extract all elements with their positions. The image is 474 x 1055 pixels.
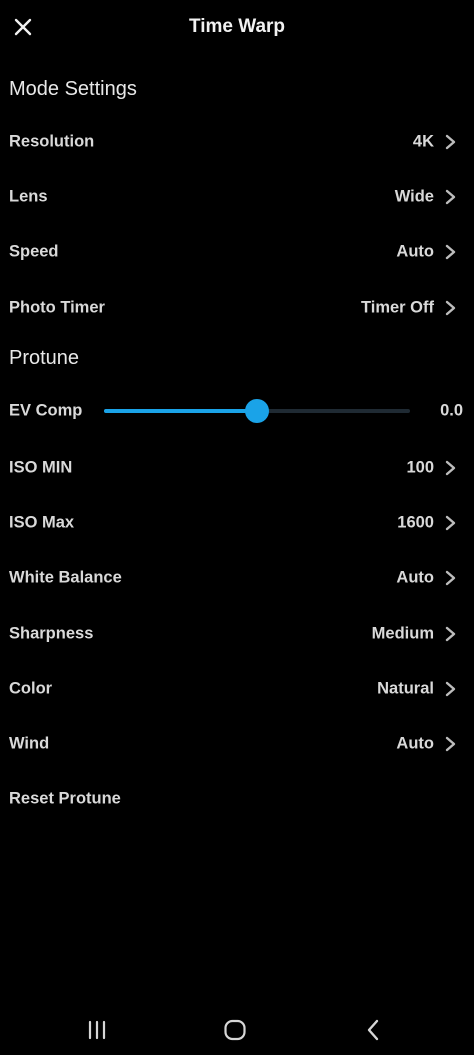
- setting-label: Speed: [9, 242, 59, 261]
- setting-value: 0.0: [440, 401, 463, 420]
- setting-row-lens[interactable]: Lens Wide: [0, 175, 474, 219]
- section-title-protune: Protune: [9, 347, 80, 369]
- home-icon: [224, 1019, 246, 1041]
- chevron-right-icon: [445, 300, 456, 316]
- setting-value: Timer Off: [360, 298, 434, 317]
- chevron-right-icon: [445, 626, 456, 642]
- setting-row-color[interactable]: Color Natural: [0, 667, 474, 711]
- chevron-right-icon: [445, 460, 456, 476]
- setting-label: Sharpness: [9, 624, 94, 643]
- home-button[interactable]: [210, 1013, 260, 1047]
- setting-label: EV Comp: [9, 401, 83, 420]
- setting-value: 1600: [397, 513, 434, 532]
- setting-label: ISO MIN: [9, 458, 73, 477]
- reset-protune-button[interactable]: Reset Protune: [0, 777, 474, 821]
- setting-row-resolution[interactable]: Resolution 4K: [0, 120, 474, 164]
- slider-thumb[interactable]: [245, 399, 269, 423]
- chevron-right-icon: [445, 570, 456, 586]
- header: Time Warp: [0, 0, 474, 56]
- chevron-right-icon: [445, 515, 456, 531]
- recent-apps-button[interactable]: [72, 1013, 122, 1047]
- setting-row-wind[interactable]: Wind Auto: [0, 722, 474, 766]
- page-title: Time Warp: [188, 16, 286, 37]
- setting-row-speed[interactable]: Speed Auto: [0, 230, 474, 274]
- setting-label: Color: [9, 679, 53, 698]
- setting-row-iso-max[interactable]: ISO Max 1600: [0, 501, 474, 545]
- ev-comp-slider[interactable]: [104, 399, 410, 423]
- chevron-right-icon: [445, 244, 456, 260]
- setting-value: Natural: [377, 679, 434, 698]
- slider-fill: [104, 409, 257, 413]
- section-title-mode-settings: Mode Settings: [9, 78, 137, 100]
- setting-value: Medium: [371, 624, 434, 643]
- setting-row-ev-comp: EV Comp 0.0: [0, 389, 474, 433]
- setting-label: White Balance: [9, 568, 122, 587]
- setting-value: Wide: [394, 187, 434, 206]
- setting-value: Auto: [396, 568, 434, 587]
- setting-label: Lens: [9, 187, 48, 206]
- setting-label: Resolution: [9, 132, 95, 151]
- setting-value: 100: [406, 458, 434, 477]
- recent-apps-icon: [88, 1020, 106, 1040]
- chevron-right-icon: [445, 736, 456, 752]
- setting-label: Wind: [9, 734, 50, 753]
- chevron-right-icon: [445, 134, 456, 150]
- back-button[interactable]: [348, 1013, 398, 1047]
- setting-row-sharpness[interactable]: Sharpness Medium: [0, 612, 474, 656]
- setting-row-iso-min[interactable]: ISO MIN 100: [0, 446, 474, 490]
- back-icon: [367, 1019, 379, 1041]
- setting-label: Photo Timer: [9, 298, 105, 317]
- system-navigation-bar: [0, 1005, 474, 1055]
- chevron-right-icon: [445, 189, 456, 205]
- setting-row-white-balance[interactable]: White Balance Auto: [0, 556, 474, 600]
- setting-value: Auto: [396, 242, 434, 261]
- setting-row-photo-timer[interactable]: Photo Timer Timer Off: [0, 286, 474, 330]
- setting-value: 4K: [412, 132, 434, 151]
- reset-protune-label: Reset Protune: [9, 789, 121, 808]
- chevron-right-icon: [445, 681, 456, 697]
- setting-label: ISO Max: [9, 513, 75, 532]
- setting-value: Auto: [396, 734, 434, 753]
